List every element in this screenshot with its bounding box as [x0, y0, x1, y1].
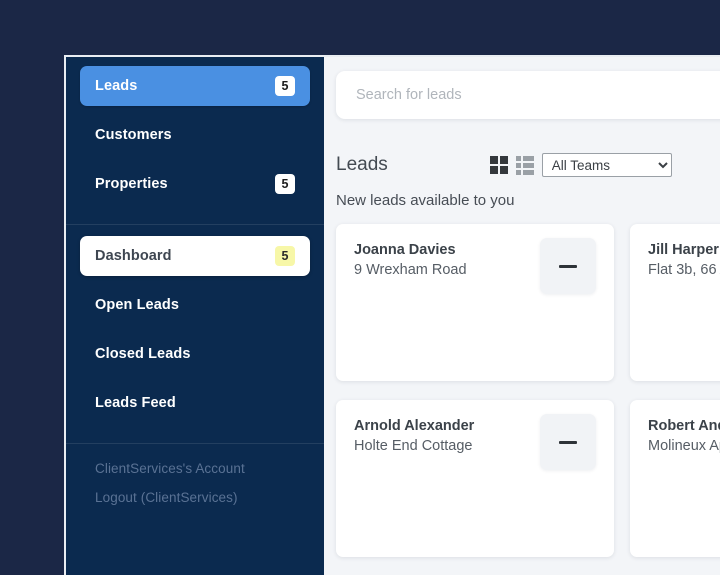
lead-name: Jill Harper — [648, 242, 719, 258]
sidebar-item-closed-leads[interactable]: Closed Leads — [80, 334, 310, 374]
leads-subtitle: New leads available to you — [336, 192, 515, 209]
sidebar-item-properties[interactable]: Properties 5 — [80, 164, 310, 204]
sidebar-item-label: Properties — [95, 176, 168, 192]
lead-remove-button[interactable] — [540, 238, 596, 294]
search-input[interactable] — [336, 71, 720, 119]
leads-card-grid: Joanna Davies 9 Wrexham Road Jill Harper… — [336, 224, 720, 557]
sidebar-item-label: Leads — [95, 78, 138, 94]
lead-card[interactable]: Jill Harper Flat 3b, 66 Ab — [630, 224, 720, 381]
page-title: Leads — [336, 154, 388, 175]
sidebar-item-account[interactable]: ClientServices's Account — [80, 454, 310, 483]
sidebar-item-label: Customers — [95, 127, 172, 143]
sidebar-badge-leads: 5 — [275, 76, 295, 96]
sidebar-item-customers[interactable]: Customers — [80, 115, 310, 155]
search-bar-container — [324, 57, 720, 119]
sidebar-item-logout[interactable]: Logout (ClientServices) — [80, 483, 310, 512]
sidebar-divider-bottom — [66, 443, 324, 444]
sidebar-secondary-group: Dashboard 5 Open Leads Closed Leads Lead… — [66, 225, 324, 432]
lead-card[interactable]: Joanna Davies 9 Wrexham Road — [336, 224, 614, 381]
toolbar-controls: All Teams — [489, 153, 672, 177]
list-view-icon[interactable] — [515, 155, 535, 175]
sidebar-item-dashboard[interactable]: Dashboard 5 — [80, 236, 310, 276]
grid-view-icon[interactable] — [489, 155, 509, 175]
lead-card[interactable]: Robert Andrew Molineux Apar — [630, 400, 720, 557]
lead-address: Molineux Apar — [648, 438, 720, 454]
sidebar-item-label: Closed Leads — [95, 346, 191, 362]
sidebar-badge-dashboard: 5 — [275, 246, 295, 266]
lead-name: Robert Andrew — [648, 418, 720, 434]
sidebar-item-label: Leads Feed — [95, 395, 176, 411]
sidebar-account-group: ClientServices's Account Logout (ClientS… — [66, 454, 324, 512]
leads-toolbar: Leads All Teams — [336, 152, 720, 178]
team-filter-select[interactable]: All Teams — [541, 153, 672, 177]
sidebar-item-leads-feed[interactable]: Leads Feed — [80, 383, 310, 423]
sidebar-badge-properties: 5 — [275, 174, 295, 194]
main-content: Leads All Teams — [324, 57, 720, 575]
sidebar-navigation: Leads 5 Customers Properties 5 Dashboard… — [66, 57, 324, 575]
sidebar-item-leads[interactable]: Leads 5 — [80, 66, 310, 106]
sidebar-primary-group: Leads 5 Customers Properties 5 — [66, 66, 324, 213]
sidebar-item-open-leads[interactable]: Open Leads — [80, 285, 310, 325]
lead-card[interactable]: Arnold Alexander Holte End Cottage — [336, 400, 614, 557]
sidebar-item-label: Dashboard — [95, 248, 172, 264]
sidebar-item-label: Open Leads — [95, 297, 179, 313]
minus-icon — [559, 440, 577, 444]
lead-remove-button[interactable] — [540, 414, 596, 470]
lead-address: Flat 3b, 66 Ab — [648, 262, 720, 278]
application-window: Leads 5 Customers Properties 5 Dashboard… — [64, 55, 720, 575]
minus-icon — [559, 264, 577, 268]
